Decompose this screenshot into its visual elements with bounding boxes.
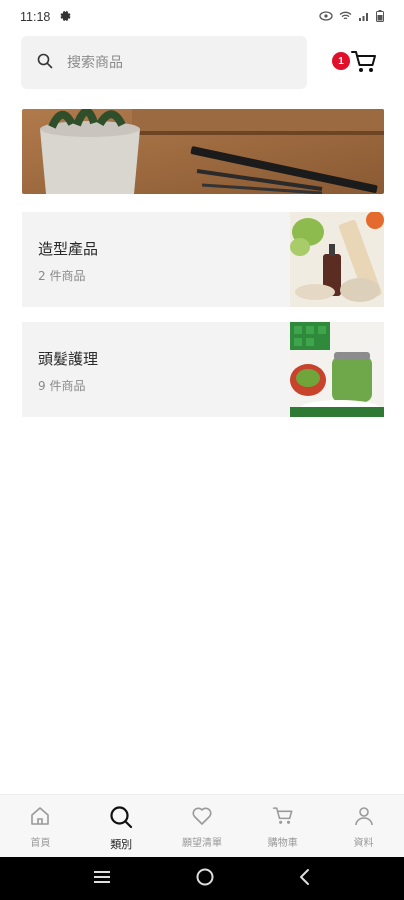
- home-icon: [29, 805, 51, 831]
- heart-icon: [191, 805, 213, 831]
- nav-label-wishlist: 願望清單: [181, 838, 222, 849]
- cart-button[interactable]: 1: [332, 48, 380, 78]
- banner-image[interactable]: [22, 109, 384, 194]
- profile-icon: [353, 805, 375, 831]
- category-text: 造型產品 2 件商品: [22, 212, 290, 307]
- nav-label-profile: 資料: [353, 838, 374, 849]
- cart-icon: [272, 805, 294, 831]
- bottom-nav: 首頁 類別 願望清單 購物車 資料: [0, 794, 404, 857]
- category-card-styling[interactable]: 造型產品 2 件商品: [22, 211, 384, 307]
- nav-item-wishlist[interactable]: 願望清單: [162, 795, 243, 857]
- category-count: 2 件商品: [38, 269, 86, 283]
- nav-item-profile[interactable]: 資料: [323, 795, 404, 857]
- cart-badge: 1: [332, 52, 350, 70]
- home-circle-icon[interactable]: [195, 867, 215, 891]
- system-nav-bar: [0, 857, 404, 900]
- search-row: 1: [21, 36, 384, 89]
- category-count: 9 件商品: [38, 379, 86, 393]
- search-input[interactable]: [67, 54, 267, 71]
- nav-label-categories: 類別: [110, 838, 133, 851]
- cart-icon: [350, 48, 378, 80]
- category-name: 造型產品: [38, 240, 99, 258]
- category-thumbnail: [290, 211, 384, 307]
- search-icon: [109, 805, 133, 833]
- nav-label-cart: 購物車: [267, 838, 298, 849]
- battery-icon: [376, 9, 384, 25]
- status-bar: 11:18: [0, 0, 404, 34]
- status-time: 11:18: [20, 10, 51, 24]
- nav-item-cart[interactable]: 購物車: [242, 795, 323, 857]
- signal-icon: [358, 11, 370, 24]
- back-icon[interactable]: [298, 868, 312, 890]
- gear-icon: [60, 10, 71, 24]
- menu-icon[interactable]: [92, 869, 112, 889]
- nav-item-categories[interactable]: 類別: [81, 795, 162, 857]
- wifi-icon: [339, 11, 352, 24]
- nav-item-home[interactable]: 首頁: [0, 795, 81, 857]
- search-box[interactable]: [21, 36, 307, 89]
- nav-label-home: 首頁: [30, 838, 51, 849]
- category-text: 頭髮護理 9 件商品: [22, 322, 290, 417]
- category-card-hair-care[interactable]: 頭髮護理 9 件商品: [22, 322, 384, 417]
- search-icon: [37, 53, 53, 73]
- category-thumbnail: [290, 322, 384, 417]
- eye-icon: [319, 10, 333, 24]
- category-name: 頭髮護理: [38, 350, 99, 368]
